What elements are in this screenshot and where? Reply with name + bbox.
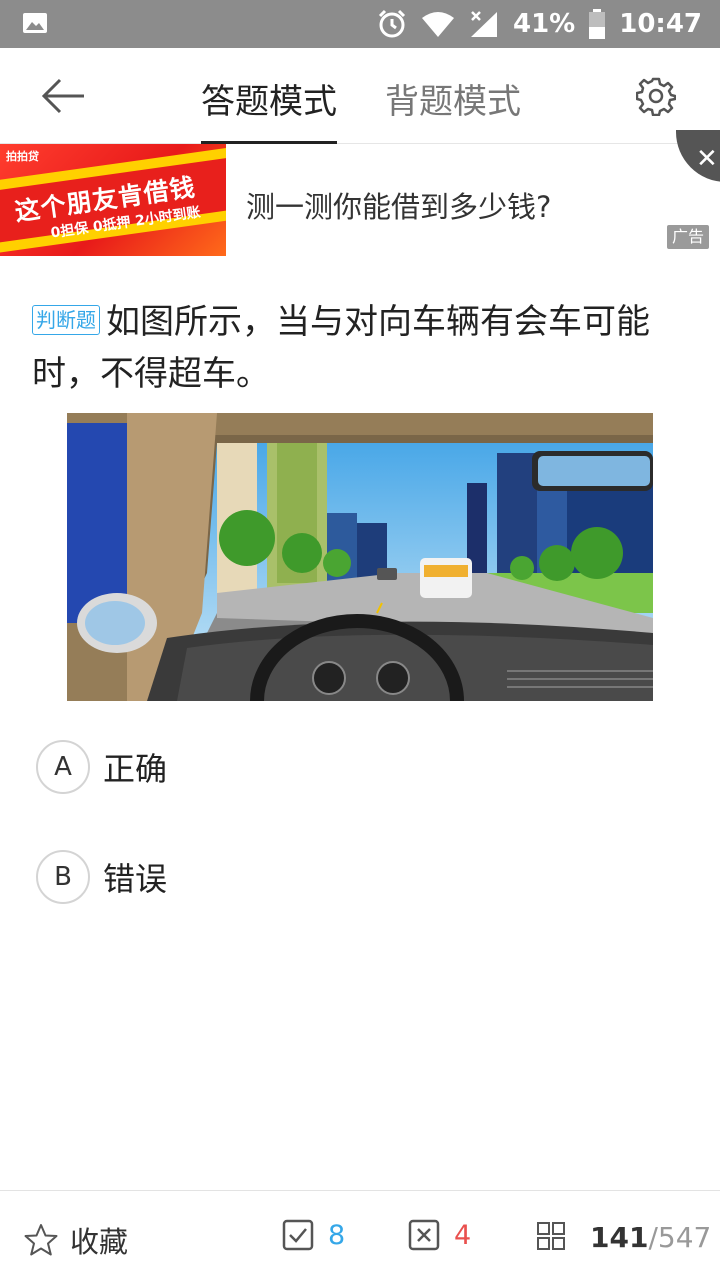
- gallery-notification-icon: [23, 13, 47, 33]
- battery-percent: 41%: [513, 9, 576, 39]
- question-type-badge: 判断题: [32, 305, 100, 335]
- favorite-label: 收藏: [70, 1225, 129, 1259]
- checkbox-x-icon: [408, 1219, 440, 1251]
- question-grid-icon[interactable]: [536, 1221, 566, 1251]
- option-b-text: 错误: [103, 860, 168, 898]
- tab-answer-mode-label: 答题模式: [201, 82, 337, 122]
- back-arrow-icon[interactable]: [40, 76, 86, 116]
- wifi-icon: [422, 12, 454, 37]
- ad-image[interactable]: 拍拍贷 这个朋友肯借钱 0担保 0抵押 2小时到账: [0, 144, 226, 256]
- option-a-text: 正确: [103, 750, 168, 788]
- total-question-count: /547: [648, 1221, 712, 1254]
- status-bar: 41% 10:47: [0, 0, 720, 48]
- ad-banner[interactable]: 拍拍贷 这个朋友肯借钱 0担保 0抵押 2小时到账 测一测你能借到多少钱? 广告: [0, 144, 720, 258]
- alarm-icon: [378, 9, 406, 38]
- ad-text[interactable]: 测一测你能借到多少钱?: [246, 184, 551, 226]
- question-progress[interactable]: 141/547: [590, 1221, 711, 1254]
- option-b-letter: B: [36, 850, 90, 904]
- ad-logo: 拍拍贷: [6, 150, 39, 163]
- correct-count-button[interactable]: 8: [282, 1219, 345, 1251]
- bottom-toolbar: 收藏 8 4 141/547: [0, 1190, 720, 1280]
- battery-icon: [589, 9, 606, 39]
- current-question-number: 141: [590, 1221, 649, 1254]
- question-text-block: 判断题 如图所示，当与对向车辆有会车可能时，不得超车。: [32, 296, 672, 400]
- favorite-button[interactable]: 收藏: [24, 1219, 128, 1261]
- ad-label-badge: 广告: [667, 225, 709, 249]
- question-text: 如图所示，当与对向车辆有会车可能时，不得超车。: [32, 302, 650, 394]
- question-illustration: [67, 413, 653, 701]
- wrong-count: 4: [454, 1219, 472, 1251]
- tab-answer-mode[interactable]: 答题模式: [201, 74, 337, 144]
- close-icon: ✕: [696, 144, 718, 174]
- tab-memorize-mode[interactable]: 背题模式: [385, 74, 521, 144]
- top-nav-bar: 答题模式 背题模式: [0, 48, 720, 144]
- checkbox-checked-icon: [282, 1219, 314, 1251]
- star-icon: [24, 1224, 58, 1256]
- signal-icon: [471, 11, 497, 37]
- gear-icon[interactable]: [636, 76, 676, 116]
- option-b[interactable]: B 错误: [36, 850, 167, 904]
- correct-count: 8: [328, 1219, 346, 1251]
- wrong-count-button[interactable]: 4: [408, 1219, 471, 1251]
- clock: 10:47: [619, 9, 702, 39]
- option-a[interactable]: A 正确: [36, 740, 167, 794]
- tab-memorize-mode-label: 背题模式: [385, 82, 521, 122]
- option-a-letter: A: [36, 740, 90, 794]
